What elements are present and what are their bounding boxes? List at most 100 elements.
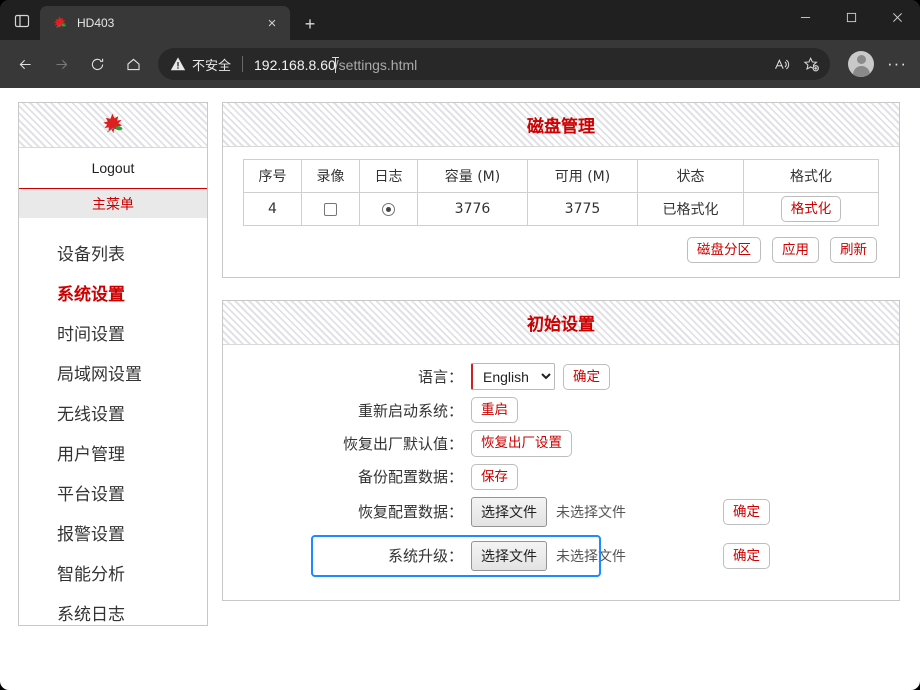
disk-table: 序号 录像 日志 容量 (M) 可用 (M) 状态 格式化 4 3776 377… — [243, 159, 879, 226]
col-status: 状态 — [637, 159, 744, 193]
address-bar[interactable]: 不安全 192.168.8.60/settings.html — [158, 48, 830, 80]
url-path: /settings.html — [334, 57, 418, 73]
col-log: 日志 — [359, 159, 418, 193]
upgrade-choose-file-button[interactable]: 选择文件 — [471, 540, 547, 571]
backup-save-button[interactable]: 保存 — [471, 463, 518, 490]
back-arrow-icon[interactable] — [8, 47, 42, 81]
page-viewport: Logout 主菜单 设备列表 系统设置 时间设置 局域网设置 无线设置 用户管… — [0, 88, 920, 690]
cell-capacity: 3776 — [417, 192, 528, 226]
sidebar: Logout 主菜单 设备列表 系统设置 时间设置 局域网设置 无线设置 用户管… — [18, 102, 208, 626]
cell-available: 3775 — [527, 192, 638, 226]
close-icon[interactable] — [874, 0, 920, 34]
restore-file-status: 未选择文件 — [556, 504, 626, 521]
tab-search-button[interactable] — [4, 4, 40, 38]
upgrade-confirm-button[interactable]: 确定 — [723, 542, 770, 569]
cell-status: 已格式化 — [637, 192, 744, 226]
navigation-toolbar: 不安全 192.168.8.60/settings.html ··· — [0, 40, 920, 88]
sidebar-item-system-settings[interactable]: 系统设置 — [19, 272, 207, 312]
label-restore-config: 恢复配置数据： — [357, 503, 463, 522]
sidebar-logout[interactable]: Logout — [19, 148, 207, 188]
upgrade-file-status: 未选择文件 — [556, 548, 626, 565]
close-tab-icon[interactable]: × — [260, 11, 284, 35]
sidebar-item-alarm-settings[interactable]: 报警设置 — [19, 512, 207, 552]
disk-actions: 磁盘分区 应用 刷新 — [243, 237, 879, 264]
apply-button[interactable]: 应用 — [772, 237, 819, 264]
sidebar-item-smart-analysis[interactable]: 智能分析 — [19, 552, 207, 592]
maximize-icon[interactable] — [828, 0, 874, 34]
browser-window: HD403 × + 不安全 192.168.8.60/settings.html… — [0, 0, 920, 690]
control-language: English 中文 确定 — [471, 363, 610, 391]
control-factory-reset: 恢复出厂设置 — [471, 430, 572, 457]
text-cursor — [331, 57, 339, 73]
log-radio[interactable] — [382, 202, 395, 216]
main-content: 磁盘管理 序号 录像 日志 容量 (M) 可用 (M) 状态 格式化 4 377… — [222, 102, 900, 690]
maple-leaf-logo-icon — [100, 112, 126, 138]
row-language: 语言： English 中文 确定 — [223, 363, 899, 391]
label-language: 语言： — [417, 368, 463, 387]
row-system-upgrade: 系统升级： 选择文件 未选择文件 确定 — [223, 534, 899, 577]
col-record: 录像 — [301, 159, 360, 193]
address-bar-url[interactable]: 192.168.8.60/settings.html — [254, 55, 417, 73]
disk-partition-button[interactable]: 磁盘分区 — [687, 237, 761, 264]
url-host: 192.168.8.60 — [254, 57, 336, 73]
col-index: 序号 — [243, 159, 302, 193]
record-checkbox[interactable] — [324, 202, 337, 216]
reload-icon[interactable] — [80, 47, 114, 81]
add-favorite-star-icon[interactable] — [796, 50, 826, 78]
browser-settings-icon[interactable]: ··· — [882, 49, 912, 79]
window-controls — [782, 0, 920, 34]
factory-reset-button[interactable]: 恢复出厂设置 — [471, 430, 572, 457]
browser-tab[interactable]: HD403 × — [40, 6, 290, 40]
disk-panel-body: 序号 录像 日志 容量 (M) 可用 (M) 状态 格式化 4 3776 377… — [223, 147, 899, 277]
init-panel-body: 语言： English 中文 确定 重新启动系统： — [223, 345, 899, 600]
cell-log — [359, 192, 418, 226]
disk-management-panel: 磁盘管理 序号 录像 日志 容量 (M) 可用 (M) 状态 格式化 4 377… — [222, 102, 900, 279]
refresh-button[interactable]: 刷新 — [830, 237, 877, 264]
new-tab-button[interactable]: + — [298, 12, 322, 36]
tab-strip: HD403 × + — [0, 0, 920, 40]
profile-avatar[interactable] — [848, 51, 874, 77]
format-button[interactable]: 格式化 — [780, 195, 842, 223]
read-aloud-icon[interactable] — [766, 50, 796, 78]
label-factory-reset: 恢复出厂默认值： — [342, 434, 463, 453]
sidebar-item-device-list[interactable]: 设备列表 — [19, 232, 207, 272]
sidebar-item-time-settings[interactable]: 时间设置 — [19, 312, 207, 352]
col-available: 可用 (M) — [527, 159, 638, 193]
omnibox-actions — [766, 50, 826, 78]
sidebar-item-user-management[interactable]: 用户管理 — [19, 432, 207, 472]
table-row: 4 3776 3775 已格式化 格式化 — [243, 192, 879, 226]
row-restore-config: 恢复配置数据： 选择文件 未选择文件 确定 — [223, 496, 899, 527]
language-select[interactable]: English 中文 — [471, 363, 555, 391]
control-reboot: 重启 — [471, 397, 518, 424]
init-panel-title: 初始设置 — [527, 315, 595, 336]
disk-panel-title: 磁盘管理 — [527, 117, 595, 137]
maple-leaf-icon — [52, 15, 68, 31]
sidebar-item-wireless-settings[interactable]: 无线设置 — [19, 392, 207, 432]
row-reboot: 重新启动系统： 重启 — [223, 397, 899, 424]
cell-index: 4 — [243, 192, 302, 226]
cell-record — [301, 192, 360, 226]
security-status-text: 不安全 — [192, 57, 232, 73]
initial-settings-panel: 初始设置 语言： English 中文 确定 — [222, 300, 900, 601]
sidebar-item-lan-settings[interactable]: 局域网设置 — [19, 352, 207, 392]
minimize-icon[interactable] — [782, 0, 828, 34]
sidebar-item-platform-settings[interactable]: 平台设置 — [19, 472, 207, 512]
table-header-row: 序号 录像 日志 容量 (M) 可用 (M) 状态 格式化 — [243, 159, 879, 193]
control-restore-config: 选择文件 未选择文件 — [471, 496, 626, 527]
col-capacity: 容量 (M) — [417, 159, 528, 193]
cell-format: 格式化 — [743, 192, 879, 226]
row-factory-reset: 恢复出厂默认值： 恢复出厂设置 — [223, 430, 899, 457]
row-backup-config: 备份配置数据： 保存 — [223, 463, 899, 490]
restore-confirm-button[interactable]: 确定 — [723, 498, 770, 525]
col-format: 格式化 — [743, 159, 879, 193]
warning-triangle-icon — [170, 56, 186, 72]
label-backup-config: 备份配置数据： — [357, 468, 463, 487]
reboot-button[interactable]: 重启 — [471, 397, 518, 424]
omnibox-divider — [242, 56, 244, 72]
init-panel-header: 初始设置 — [223, 301, 899, 346]
restore-choose-file-button[interactable]: 选择文件 — [471, 496, 547, 527]
control-system-upgrade: 选择文件 未选择文件 — [471, 540, 626, 571]
language-confirm-button[interactable]: 确定 — [563, 363, 610, 390]
home-icon[interactable] — [116, 47, 150, 81]
sidebar-item-system-log[interactable]: 系统日志 — [19, 592, 207, 632]
